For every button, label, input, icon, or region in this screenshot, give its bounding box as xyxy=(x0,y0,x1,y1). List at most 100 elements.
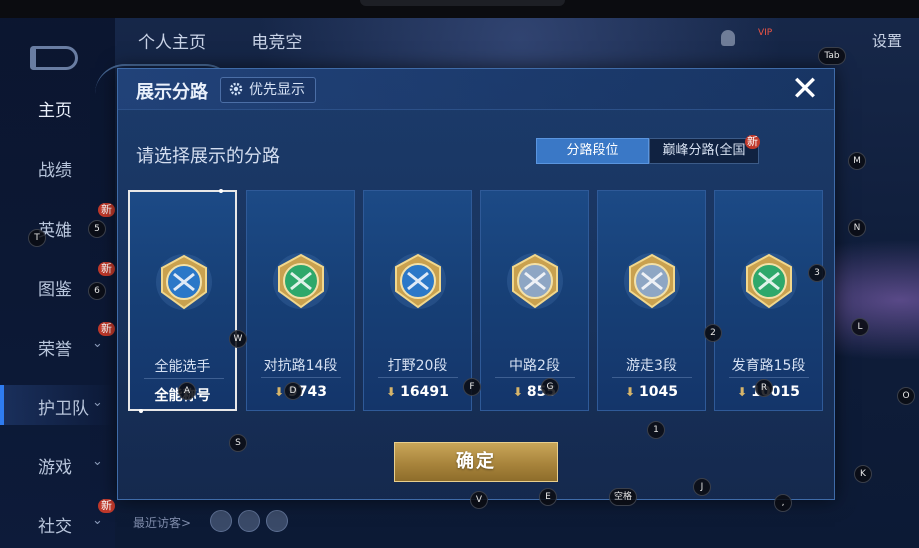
chevron-down-icon: ⌄ xyxy=(92,513,103,528)
hotkey-hint: A xyxy=(178,382,196,400)
lane-score: ⬇ 1045 xyxy=(598,384,705,400)
dialog-subtitle: 请选择展示的分路 xyxy=(136,146,280,167)
lane-display-dialog: 展示分路 优先显示 ✕ 请选择展示的分路 分路段位 巅峰分路(全国新 全能选手全… xyxy=(117,68,835,500)
hotkey-hint: T xyxy=(28,229,46,247)
lane-score-value: 16491 xyxy=(400,384,449,400)
hotkey-hint: 空格 xyxy=(609,488,637,506)
tab-peak-lane[interactable]: 巅峰分路(全国新 xyxy=(649,135,760,164)
jungle-emblem xyxy=(390,253,446,309)
dialog-title: 展示分路 xyxy=(136,82,208,103)
hotkey-hint: N xyxy=(848,219,866,237)
sidebar-item[interactable]: 战绩 xyxy=(0,147,115,187)
chevron-down-icon: ⌄ xyxy=(92,336,103,351)
dialog-body: 请选择展示的分路 分路段位 巅峰分路(全国新 全能选手全能称号对抗路14段⬇97… xyxy=(118,109,834,499)
rank-arrow-icon: ⬇ xyxy=(273,385,285,399)
top-tabs: 个人主页 电竞空 xyxy=(138,28,342,53)
divider xyxy=(729,377,809,378)
hotkey-hint: V xyxy=(470,491,488,509)
allround-emblem xyxy=(156,254,212,310)
tab-lane-rank-label: 分路段位 xyxy=(566,143,619,158)
sidebar-item-label: 游戏 xyxy=(38,458,72,478)
lane-name: 打野20段 xyxy=(387,358,448,374)
game-screen: 主页 战绩 英雄新图鉴新荣誉 ⌄ 新护卫队 ⌄ 游戏 ⌄ 社交 ⌄ 新 个人主页 电竞空 VIP 设… xyxy=(0,0,919,548)
vip-badge[interactable]: VIP xyxy=(758,28,772,38)
lane-score-value: 1045 xyxy=(639,384,679,400)
lane-name: 对抗路14段 xyxy=(263,358,338,374)
rank-arrow-icon: ⬇ xyxy=(737,385,748,399)
sidebar-item-label: 图鉴 xyxy=(38,280,72,300)
chevron-down-icon: ⌄ xyxy=(92,395,103,410)
sidebar-item-label: 主页 xyxy=(38,101,72,121)
tab-lane-rank[interactable]: 分路段位 xyxy=(536,138,649,164)
lane-name: 游走3段 xyxy=(626,358,677,374)
settings-button[interactable]: 设置 xyxy=(872,30,902,51)
tab-esports[interactable]: 电竞空 xyxy=(251,33,302,53)
hotkey-hint: L xyxy=(851,318,869,336)
avatar[interactable] xyxy=(210,510,232,532)
recent-visitors[interactable]: 最近访客> xyxy=(133,514,191,531)
divider xyxy=(495,377,575,378)
hotkey-hint: K xyxy=(854,465,872,483)
clash-lane-emblem xyxy=(273,253,329,309)
new-badge: 新 xyxy=(745,135,760,149)
tab-peak-lane-label: 巅峰分路(全国 xyxy=(662,143,746,158)
lane-name: 发育路15段 xyxy=(731,358,806,374)
hotkey-hint: 3 xyxy=(808,264,826,282)
hotkey-hint: , xyxy=(774,494,792,512)
hotkey-hint: 2 xyxy=(704,324,722,342)
hotkey-hint: M xyxy=(848,152,866,170)
rank-arrow-icon: ⬇ xyxy=(512,385,523,399)
lane-card[interactable]: 发育路15段 ⬇ 10015 xyxy=(714,190,823,411)
lane-name: 全能选手 xyxy=(154,359,211,375)
new-badge: 新 xyxy=(98,262,115,276)
avatar[interactable] xyxy=(266,510,288,532)
divider xyxy=(378,377,458,378)
sidebar-item-label: 社交 xyxy=(38,517,72,537)
lane-score: ⬇ 16491 xyxy=(364,384,471,400)
farm-lane-emblem xyxy=(741,253,797,309)
notification-icon[interactable] xyxy=(721,30,735,46)
sidebar-item-label: 护卫队 xyxy=(38,399,89,419)
divider xyxy=(144,378,224,379)
hotkey-hint: J xyxy=(693,478,711,496)
hotkey-hint: S xyxy=(229,434,247,452)
divider xyxy=(261,377,341,378)
hotkey-hint: G xyxy=(541,378,559,396)
hotkey-hint: O xyxy=(897,387,915,405)
rank-arrow-icon: ⬇ xyxy=(624,385,636,399)
lane-card[interactable]: 打野20段 ⬇ 16491 xyxy=(363,190,472,411)
priority-display-button[interactable]: 优先显示 xyxy=(220,77,316,103)
tab-profile[interactable]: 个人主页 xyxy=(138,33,206,53)
lane-card[interactable]: 中路2段 ⬇ 855 xyxy=(480,190,589,411)
hotkey-hint: R xyxy=(755,379,773,397)
divider xyxy=(612,377,692,378)
hotkey-hint: D xyxy=(284,382,302,400)
hotkey-hint: E xyxy=(539,488,557,506)
hotkey-hint: 1 xyxy=(647,421,665,439)
lane-card[interactable]: 游走3段 ⬇ 1045 xyxy=(597,190,706,411)
rank-arrow-icon: ⬇ xyxy=(386,385,397,399)
selection-corner xyxy=(219,189,223,193)
priority-display-label: 优先显示 xyxy=(249,82,305,98)
sidebar-item[interactable]: 护卫队 ⌄ xyxy=(0,385,115,425)
new-badge: 新 xyxy=(98,322,115,336)
avatar[interactable] xyxy=(238,510,260,532)
new-badge: 新 xyxy=(98,203,115,217)
hotkey-hint: 5 xyxy=(88,220,106,238)
confirm-button[interactable]: 确定 xyxy=(394,442,558,482)
hotkey-hint: 6 xyxy=(88,282,106,300)
hotkey-hint: Tab xyxy=(818,47,846,65)
sidebar-item[interactable]: 社交 ⌄ 新 xyxy=(0,499,115,543)
new-badge: 新 xyxy=(98,499,115,513)
lane-score: ⬇ 855 xyxy=(481,384,588,400)
sidebar-item-label: 战绩 xyxy=(38,161,72,181)
sidebar-item[interactable]: 游戏 ⌄ xyxy=(0,444,115,484)
sidebar-item[interactable]: 荣誉 ⌄ 新 xyxy=(0,322,115,366)
selection-corner xyxy=(139,409,143,413)
lane-card[interactable]: 对抗路14段 ⬇ 9743 xyxy=(246,190,355,411)
lane-card[interactable]: 全能选手全能称号 xyxy=(128,189,237,413)
roam-emblem xyxy=(624,253,680,309)
close-icon[interactable]: ✕ xyxy=(788,72,822,107)
hotkey-hint: F xyxy=(463,378,481,396)
top-bar xyxy=(0,0,919,18)
